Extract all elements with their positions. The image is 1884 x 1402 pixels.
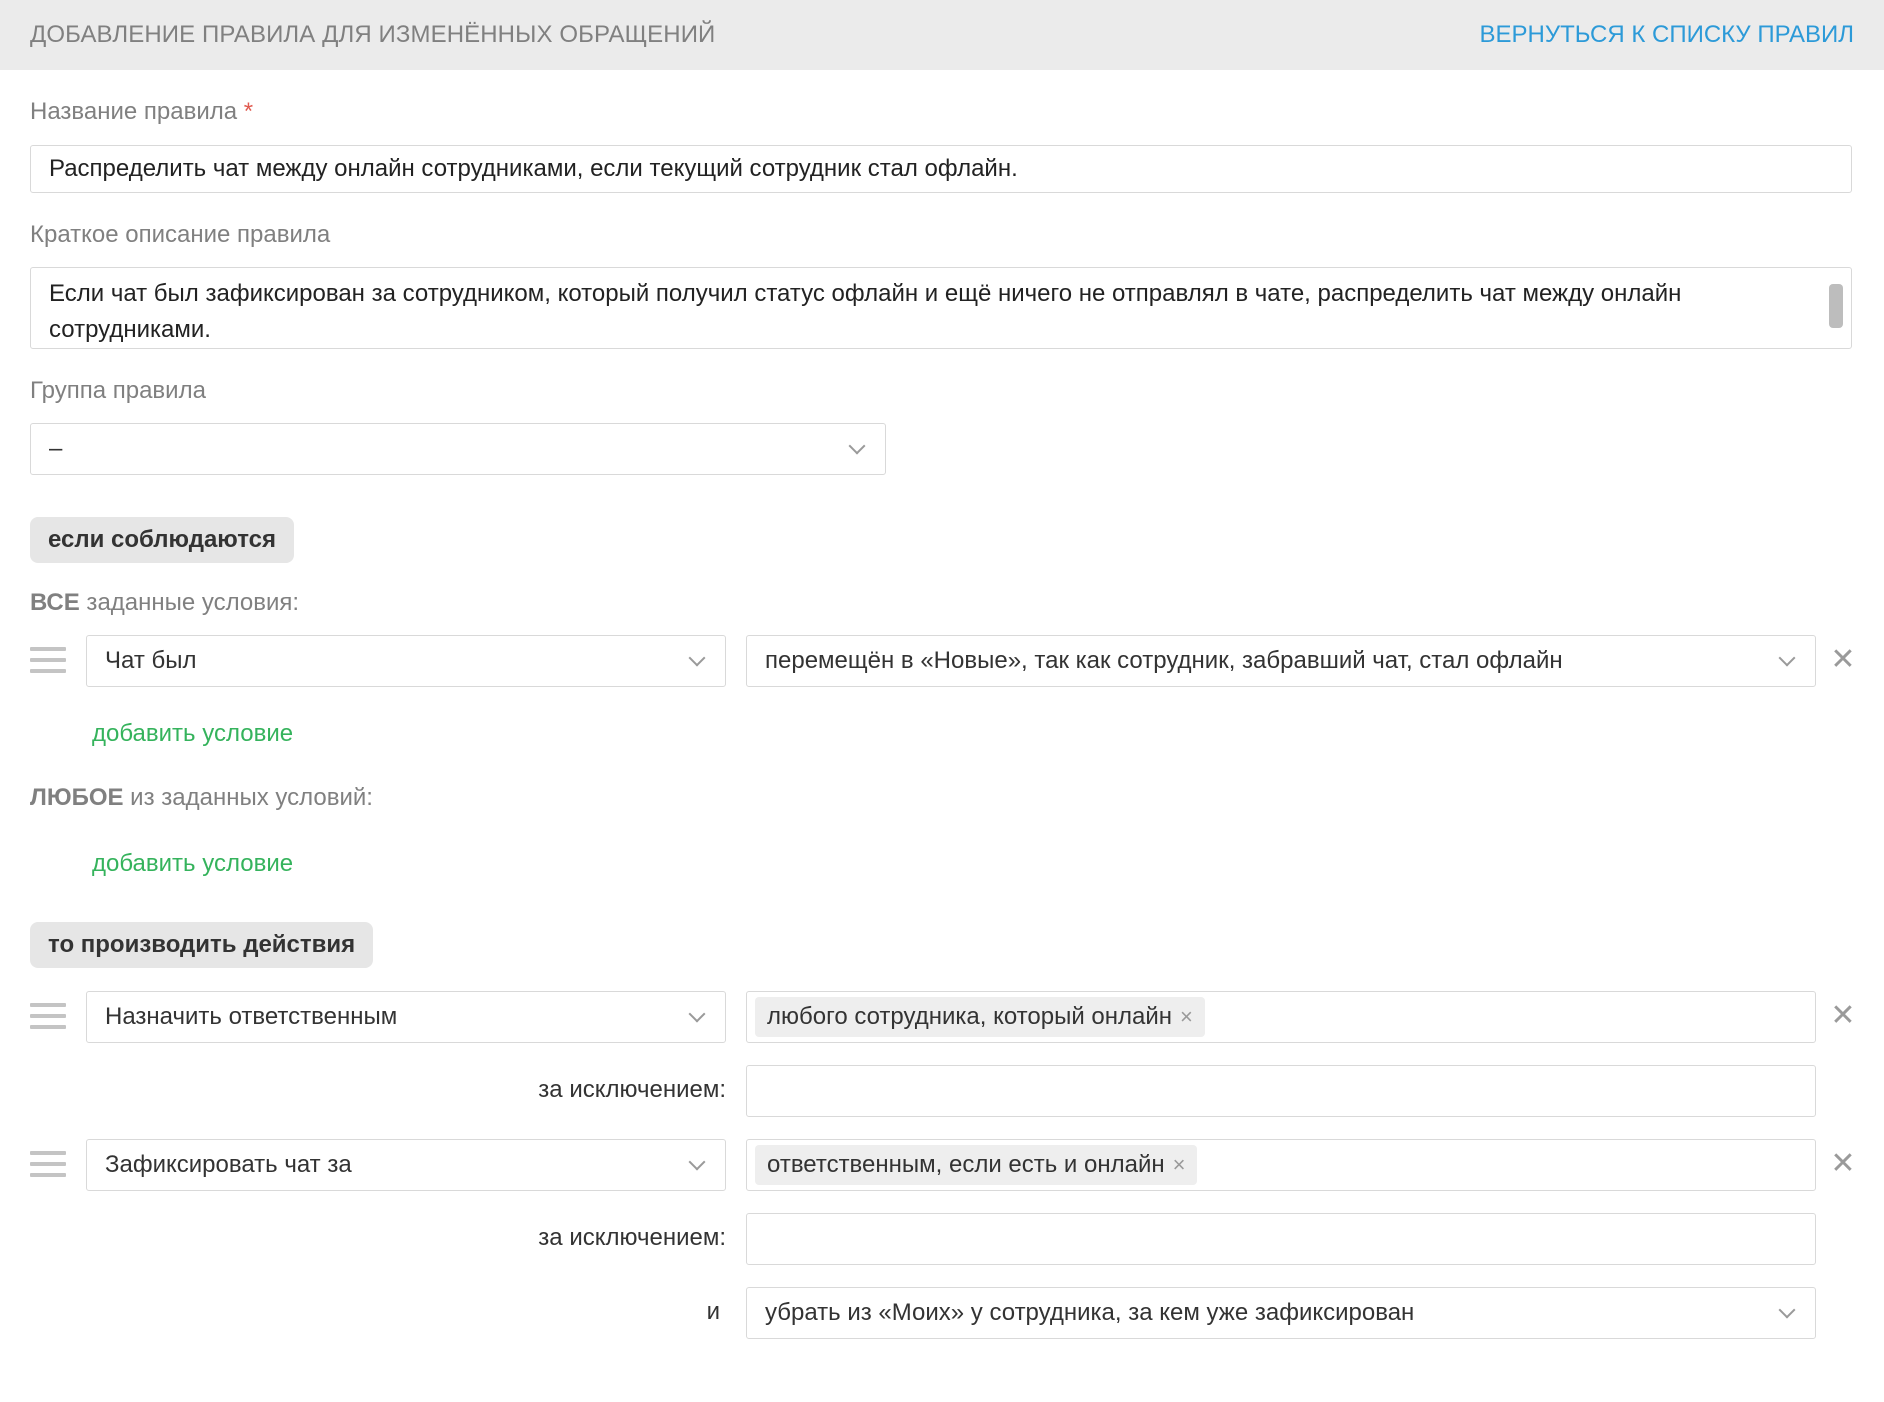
chevron-down-icon [848, 437, 866, 455]
action-target-input[interactable]: любого сотрудника, который онлайн × [746, 991, 1816, 1043]
tag-remove-icon[interactable]: × [1173, 1152, 1186, 1178]
rule-description-value: Если чат был зафиксирован за сотрудником… [49, 280, 1682, 343]
action-target-input[interactable]: ответственным, если есть и онлайн × [746, 1139, 1816, 1191]
rule-description-label: Краткое описание правила [30, 221, 331, 248]
chevron-down-icon [688, 1153, 706, 1171]
conditions-section-pill: если соблюдаются [30, 517, 294, 563]
except-label: за исключением: [538, 1076, 726, 1103]
condition-field-select[interactable]: Чат был [86, 635, 726, 687]
actions-section-pill: то производить действия [30, 922, 374, 968]
except-input[interactable] [746, 1065, 1816, 1117]
remove-action-icon[interactable]: ✕ [1828, 1149, 1858, 1179]
back-to-rules-link[interactable]: ВЕРНУТЬСЯ К СПИСКУ ПРАВИЛ [1480, 21, 1854, 49]
target-tag: ответственным, если есть и онлайн × [755, 1145, 1198, 1185]
remove-action-icon[interactable]: ✕ [1828, 1001, 1858, 1031]
add-all-condition-link[interactable]: добавить условие [92, 720, 293, 748]
any-conditions-label: ЛЮБОЕ из заданных условий: [30, 784, 373, 811]
chevron-down-icon [688, 1005, 706, 1023]
drag-handle-icon[interactable] [30, 1003, 66, 1033]
rule-group-select[interactable]: – [30, 423, 886, 475]
except-input[interactable] [746, 1213, 1816, 1265]
and-option-select[interactable]: убрать из «Моих» у сотрудника, за кем уж… [746, 1287, 1816, 1339]
condition-value-select[interactable]: перемещён в «Новые», так как сотрудник, … [746, 635, 1816, 687]
rule-name-value: Распределить чат между онлайн сотрудника… [49, 155, 1018, 182]
rule-description-textarea[interactable]: Если чат был зафиксирован за сотрудником… [30, 267, 1852, 349]
tag-remove-icon[interactable]: × [1180, 1004, 1193, 1030]
rule-name-label: Название правила * [30, 98, 254, 125]
drag-handle-icon[interactable] [30, 1151, 66, 1181]
all-conditions-label: ВСЕ заданные условия: [30, 589, 300, 616]
chevron-down-icon [1778, 1301, 1796, 1319]
action-type-select[interactable]: Зафиксировать чат за [86, 1139, 726, 1191]
add-any-condition-link[interactable]: добавить условие [92, 850, 293, 878]
action-type-select[interactable]: Назначить ответственным [86, 991, 726, 1043]
drag-handle-icon[interactable] [30, 647, 66, 677]
page-title: ДОБАВЛЕНИЕ ПРАВИЛА ДЛЯ ИЗМЕНЁННЫХ ОБРАЩЕ… [30, 21, 716, 48]
rule-group-label: Группа правила [30, 377, 206, 404]
rule-name-input[interactable]: Распределить чат между онлайн сотрудника… [30, 145, 1852, 193]
page-header: ДОБАВЛЕНИЕ ПРАВИЛА ДЛЯ ИЗМЕНЁННЫХ ОБРАЩЕ… [0, 0, 1884, 70]
target-tag: любого сотрудника, который онлайн × [755, 997, 1205, 1037]
except-label: за исключением: [538, 1224, 726, 1251]
required-mark: * [243, 98, 254, 125]
chevron-down-icon [1778, 649, 1796, 667]
chevron-down-icon [688, 649, 706, 667]
remove-condition-icon[interactable]: ✕ [1828, 645, 1858, 675]
rule-group-value: – [49, 435, 63, 462]
and-label: и [706, 1298, 720, 1325]
textarea-scrollbar[interactable] [1829, 284, 1843, 328]
